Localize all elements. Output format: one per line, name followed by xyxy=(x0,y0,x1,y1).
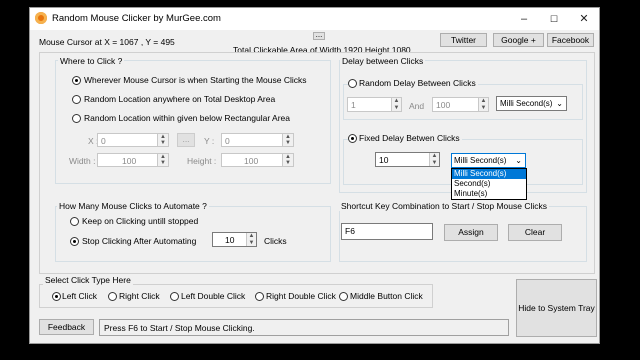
minimize-button[interactable]: – xyxy=(509,8,539,30)
maximize-button[interactable]: ☐ xyxy=(539,8,569,30)
fixed-delay-unit-list[interactable]: Milli Second(s) Second(s) Minute(s) xyxy=(451,168,527,200)
and-label: And xyxy=(409,101,425,111)
feedback-button[interactable]: Feedback xyxy=(39,319,94,335)
status-bar: Press F6 to Start / Stop Mouse Clicking. xyxy=(99,319,509,336)
where-to-click-title: Where to Click ? xyxy=(58,56,125,66)
shortcut-key-input[interactable]: F6 xyxy=(341,223,433,240)
clear-button[interactable]: Clear xyxy=(508,224,562,241)
width-label: Width : xyxy=(69,156,96,166)
chevron-down-icon: ⌄ xyxy=(556,99,563,108)
spin-down-icon[interactable]: ▼ xyxy=(392,105,401,112)
window-title: Random Mouse Clicker by MurGee.com xyxy=(52,13,221,24)
left-double-click-label[interactable]: Left Double Click xyxy=(181,291,245,301)
unit-option-minutes[interactable]: Minute(s) xyxy=(452,189,526,199)
spin-down-icon[interactable]: ▼ xyxy=(430,160,439,167)
random-to-spinner[interactable]: ▲ ▼ xyxy=(478,98,488,111)
app-icon xyxy=(35,12,47,24)
facebook-button[interactable]: Facebook xyxy=(547,33,594,47)
stop-after-radio[interactable] xyxy=(70,237,79,246)
right-double-click-radio[interactable] xyxy=(255,292,264,301)
random-rect-radio[interactable] xyxy=(72,114,81,123)
assign-button[interactable]: Assign xyxy=(444,224,498,241)
app-window: Random Mouse Clicker by MurGee.com – ☐ ✕… xyxy=(29,7,600,344)
fixed-delay-label[interactable]: Fixed Delay Betwen Clicks xyxy=(357,133,462,143)
cursor-position-text: Mouse Cursor at X = 1067 , Y = 495 xyxy=(39,37,175,47)
wherever-cursor-radio[interactable] xyxy=(72,76,81,85)
random-delay-label[interactable]: Random Delay Between Clicks xyxy=(357,78,478,88)
hide-to-tray-button[interactable]: Hide to System Tray xyxy=(516,279,597,337)
random-desktop-label[interactable]: Random Location anywhere on Total Deskto… xyxy=(84,94,275,104)
spin-down-icon[interactable]: ▼ xyxy=(158,160,168,166)
pick-area-button[interactable]: ... xyxy=(177,133,195,147)
area-options-button[interactable]: ... xyxy=(313,31,325,40)
fixed-delay-unit-dropdown[interactable]: Milli Second(s) ⌄ xyxy=(451,153,526,168)
how-many-title: How Many Mouse Clicks to Automate ? xyxy=(57,201,209,211)
right-click-radio[interactable] xyxy=(108,292,117,301)
keep-clicking-radio[interactable] xyxy=(70,217,79,226)
y-label: Y : xyxy=(204,136,215,146)
click-count-spinner[interactable]: ▲ ▼ xyxy=(246,233,256,246)
wherever-cursor-label[interactable]: Wherever Mouse Cursor is when Starting t… xyxy=(84,75,307,85)
left-double-click-radio[interactable] xyxy=(170,292,179,301)
spin-down-icon[interactable]: ▼ xyxy=(479,105,488,112)
y-spinner[interactable]: ▲ ▼ xyxy=(282,134,293,146)
x-spinner[interactable]: ▲ ▼ xyxy=(157,134,168,146)
right-click-label[interactable]: Right Click xyxy=(119,291,160,301)
shortcut-title: Shortcut Key Combination to Start / Stop… xyxy=(339,201,549,211)
spin-down-icon[interactable]: ▼ xyxy=(283,160,293,166)
unit-option-seconds[interactable]: Second(s) xyxy=(452,179,526,189)
spin-down-icon[interactable]: ▼ xyxy=(283,140,293,146)
fixed-delay-spinner[interactable]: ▲ ▼ xyxy=(429,153,439,166)
random-from-spinner[interactable]: ▲ ▼ xyxy=(391,98,401,111)
spin-down-icon[interactable]: ▼ xyxy=(158,140,168,146)
click-type-title: Select Click Type Here xyxy=(43,275,133,285)
fixed-delay-radio[interactable] xyxy=(348,134,357,143)
random-desktop-radio[interactable] xyxy=(72,95,81,104)
fixed-unit-value: Milli Second(s) xyxy=(454,156,507,165)
width-spinner[interactable]: ▲ ▼ xyxy=(157,154,168,166)
left-click-radio[interactable] xyxy=(52,292,61,301)
how-many-group xyxy=(55,206,331,262)
chevron-down-icon: ⌄ xyxy=(515,156,522,165)
status-text: Press F6 to Start / Stop Mouse Clicking. xyxy=(104,323,255,333)
random-rect-label[interactable]: Random Location within given below Recta… xyxy=(84,113,290,123)
random-unit-value: Milli Second(s) xyxy=(500,99,553,108)
left-click-label[interactable]: Left Click xyxy=(62,291,97,301)
twitter-button[interactable]: Twitter xyxy=(440,33,487,47)
close-button[interactable]: ✕ xyxy=(569,8,599,30)
right-double-click-label[interactable]: Right Double Click xyxy=(266,291,336,301)
middle-click-label[interactable]: Middle Button Click xyxy=(350,291,423,301)
google-plus-button[interactable]: Google + xyxy=(493,33,544,47)
delay-title: Delay between Clicks xyxy=(340,56,426,66)
unit-option-milliseconds[interactable]: Milli Second(s) xyxy=(452,169,526,179)
height-spinner[interactable]: ▲ ▼ xyxy=(282,154,293,166)
keep-clicking-label[interactable]: Keep on Clicking untill stopped xyxy=(82,216,198,226)
stop-after-label[interactable]: Stop Clicking After Automating xyxy=(82,236,196,246)
random-delay-radio[interactable] xyxy=(348,79,357,88)
spin-down-icon[interactable]: ▼ xyxy=(247,240,256,247)
clicks-label: Clicks xyxy=(264,236,287,246)
title-bar[interactable]: Random Mouse Clicker by MurGee.com – ☐ ✕ xyxy=(30,8,599,30)
height-label: Height : xyxy=(187,156,217,166)
random-delay-unit-dropdown[interactable]: Milli Second(s) ⌄ xyxy=(496,96,567,111)
middle-click-radio[interactable] xyxy=(339,292,348,301)
